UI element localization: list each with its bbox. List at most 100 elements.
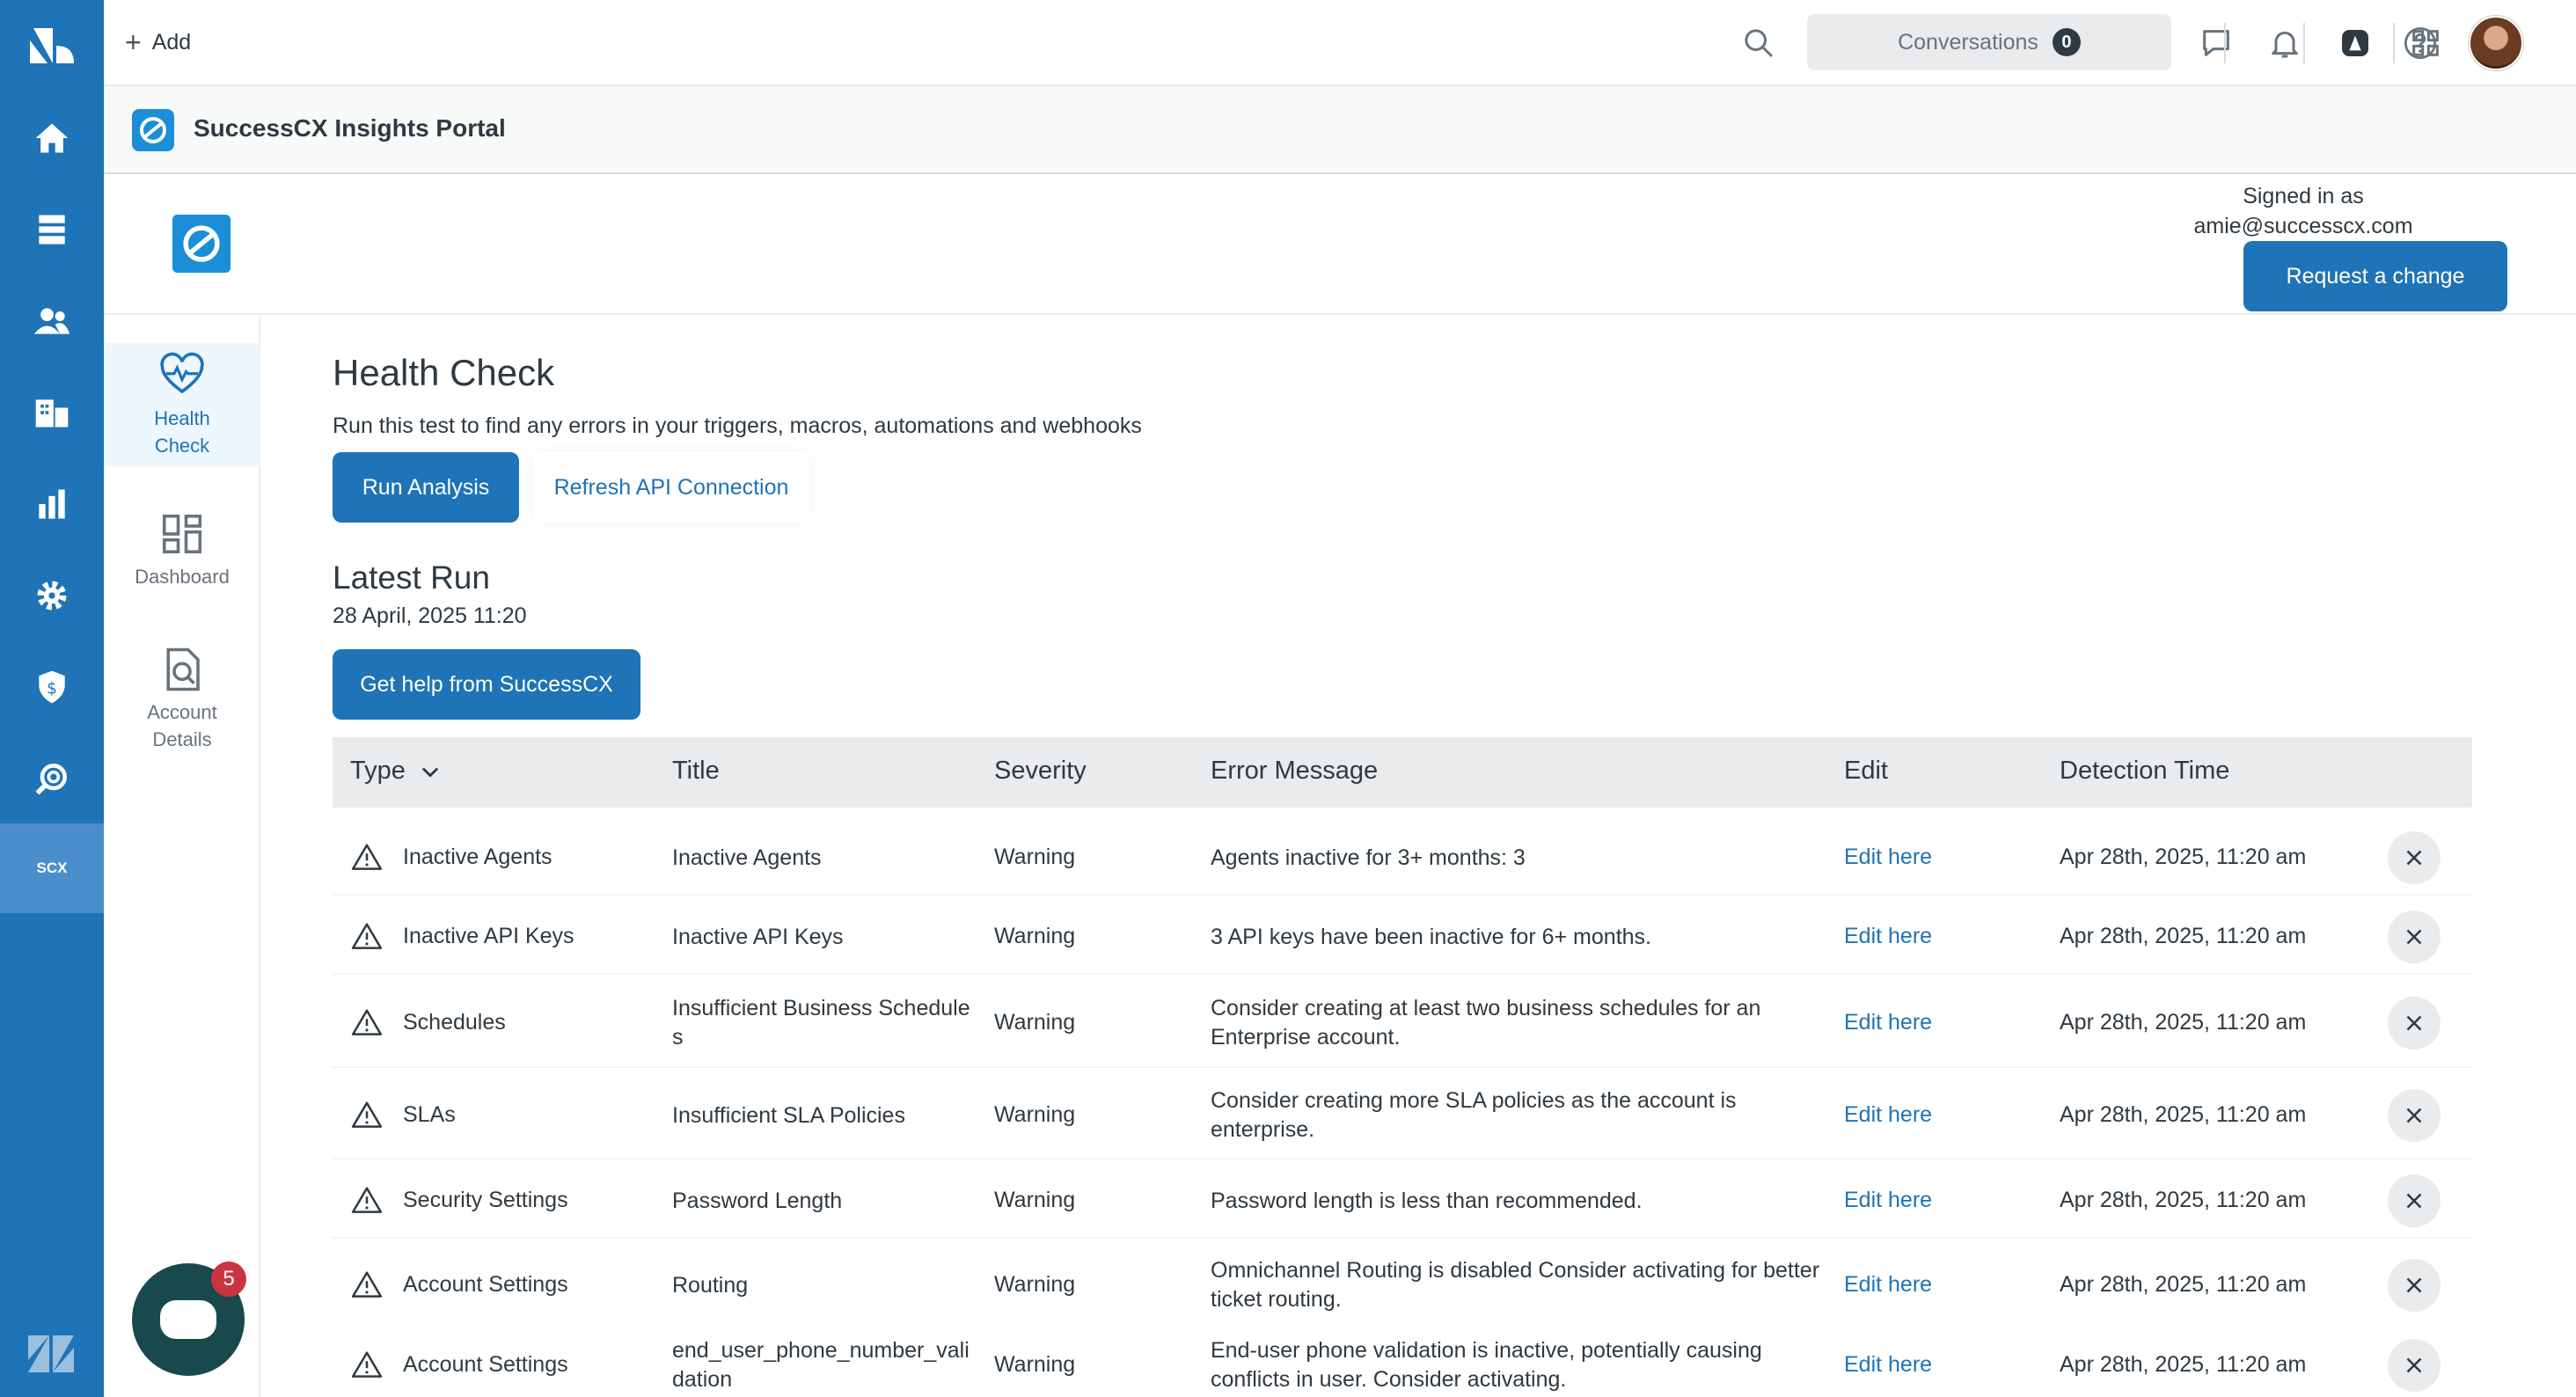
cell-severity: Warning [994, 1102, 1076, 1127]
edit-here-link[interactable]: Edit here [1844, 1101, 1932, 1130]
reporting-icon[interactable] [30, 482, 74, 526]
dismiss-button[interactable] [2388, 997, 2441, 1050]
signed-in-info: Signed in as amie@successcx.com [2171, 181, 2435, 241]
apps-search-icon[interactable] [30, 757, 74, 801]
global-nav: $ SCX [0, 0, 104, 1397]
add-button[interactable]: + Add [125, 25, 191, 60]
dismiss-button[interactable] [2388, 911, 2441, 963]
dismiss-button[interactable] [2388, 1089, 2441, 1142]
cell-type: Inactive API Keys [403, 924, 574, 948]
close-icon [2406, 929, 2422, 945]
cell-error-message: Consider creating at least two business … [1211, 996, 1761, 1050]
signed-in-email: amie@successcx.com [2193, 214, 2413, 238]
column-header-type[interactable]: Type [350, 757, 443, 786]
avatar[interactable] [2469, 16, 2523, 70]
dismiss-button[interactable] [2388, 1174, 2441, 1227]
cell-type: Security Settings [403, 1188, 568, 1212]
notifications-bell-icon[interactable] [2263, 21, 2307, 65]
dismiss-button[interactable] [2388, 1339, 2441, 1392]
zendesk-logo-icon [28, 1335, 74, 1372]
svg-text:$: $ [47, 679, 57, 698]
table-row: Inactive Agents Inactive Agents Warning … [333, 820, 2472, 896]
cell-error-message: End-user phone validation is inactive, p… [1211, 1338, 1762, 1392]
edit-here-link[interactable]: Edit here [1844, 1186, 1932, 1215]
close-icon [2406, 1357, 2422, 1373]
conversations-label: Conversations [1898, 29, 2038, 55]
cell-title: Inactive API Keys [672, 924, 844, 949]
sidebar-item-dashboard[interactable]: Dashboard [104, 510, 260, 590]
cell-title: Insufficient SLA Policies [672, 1102, 905, 1128]
cell-severity: Warning [994, 1010, 1076, 1035]
cell-type: Account Settings [403, 1272, 568, 1297]
topbar-divider [2224, 23, 2226, 63]
scx-app-nav-item[interactable]: SCX [0, 823, 104, 913]
table-row: Schedules Insufficient Business Schedule… [333, 978, 2472, 1068]
cell-error-message: 3 API keys have been inactive for 6+ mon… [1211, 924, 1651, 949]
page-title: Health Check [333, 352, 555, 393]
column-header-type-label: Type [350, 757, 406, 785]
request-change-button[interactable]: Request a change [2243, 241, 2507, 311]
customers-icon[interactable] [30, 299, 74, 343]
refresh-api-connection-button[interactable]: Refresh API Connection [533, 452, 809, 523]
cell-severity: Warning [994, 924, 1076, 948]
sidebar-item-label: Dashboard [135, 566, 230, 588]
latest-run-title: Latest Run [333, 560, 490, 596]
edit-here-link[interactable]: Edit here [1844, 922, 1932, 951]
dismiss-button[interactable] [2388, 1259, 2441, 1312]
conversations-button[interactable]: Conversations 0 [1807, 14, 2171, 70]
chat-bubble-icon[interactable] [2194, 21, 2238, 65]
topbar-divider [2303, 23, 2305, 63]
topbar-divider [2393, 23, 2395, 63]
plus-icon: + [125, 26, 142, 58]
chat-bubble-icon [160, 1300, 216, 1339]
cell-severity: Warning [994, 1272, 1076, 1297]
organizations-icon[interactable] [30, 391, 74, 435]
search-icon[interactable] [1737, 21, 1781, 65]
chat-widget-button[interactable]: 5 [132, 1262, 246, 1376]
security-shield-icon[interactable]: $ [30, 665, 74, 709]
close-icon [2406, 1277, 2422, 1293]
edit-here-link[interactable]: Edit here [1844, 1350, 1932, 1379]
sidebar-item-health-check[interactable]: Health Check [104, 343, 260, 466]
cell-error-message: Consider creating more SLA policies as t… [1211, 1088, 1737, 1142]
get-help-button[interactable]: Get help from SuccessCX [333, 649, 640, 720]
top-bar: + Add Conversations 0 [104, 0, 2576, 86]
warning-triangle-icon [351, 1187, 383, 1213]
column-header-edit: Edit [1844, 757, 1888, 785]
scx-label: SCX [36, 859, 68, 876]
table-row: Account Settings Routing Warning Omnicha… [333, 1242, 2472, 1328]
cell-type: Inactive Agents [403, 845, 553, 869]
home-icon[interactable] [30, 116, 74, 160]
app-switcher-a-icon[interactable] [2333, 21, 2377, 65]
product-logo-icon[interactable] [26, 25, 77, 67]
cell-type: SLAs [403, 1102, 456, 1127]
column-header-detection-time: Detection Time [2060, 757, 2230, 785]
views-icon[interactable] [30, 208, 74, 252]
dismiss-button[interactable] [2388, 831, 2441, 884]
latest-run-date: 28 April, 2025 11:20 [333, 603, 527, 628]
chat-unread-badge: 5 [211, 1262, 246, 1297]
close-icon [2406, 1108, 2422, 1123]
help-question-icon[interactable] [2402, 25, 2439, 62]
page-subtitle: Run this test to find any errors in your… [333, 413, 1142, 438]
cell-error-message: Password length is less than recommended… [1211, 1188, 1643, 1213]
warning-triangle-icon [351, 1009, 383, 1035]
cell-detection-time: Apr 28th, 2025, 11:20 am [2060, 845, 2307, 869]
run-analysis-button[interactable]: Run Analysis [333, 452, 519, 523]
edit-here-link[interactable]: Edit here [1844, 1008, 1932, 1037]
cell-title: Inactive Agents [672, 845, 822, 870]
cell-detection-time: Apr 28th, 2025, 11:20 am [2060, 924, 2307, 948]
chevron-down-icon [421, 767, 439, 778]
cell-severity: Warning [994, 845, 1076, 869]
sidebar-item-account-details[interactable]: Account Details [104, 646, 260, 753]
admin-gear-icon[interactable] [30, 574, 74, 618]
successcx-logo-icon [132, 109, 174, 151]
warning-triangle-icon [351, 1351, 383, 1378]
column-header-error-message: Error Message [1211, 757, 1379, 785]
edit-here-link[interactable]: Edit here [1844, 1270, 1932, 1299]
edit-here-link[interactable]: Edit here [1844, 843, 1932, 872]
cell-title: Routing [672, 1272, 749, 1298]
signed-in-label: Signed in as [2243, 184, 2364, 208]
close-icon [2406, 1193, 2422, 1209]
app-content-header: Signed in as amie@successcx.com Request … [104, 176, 2576, 315]
